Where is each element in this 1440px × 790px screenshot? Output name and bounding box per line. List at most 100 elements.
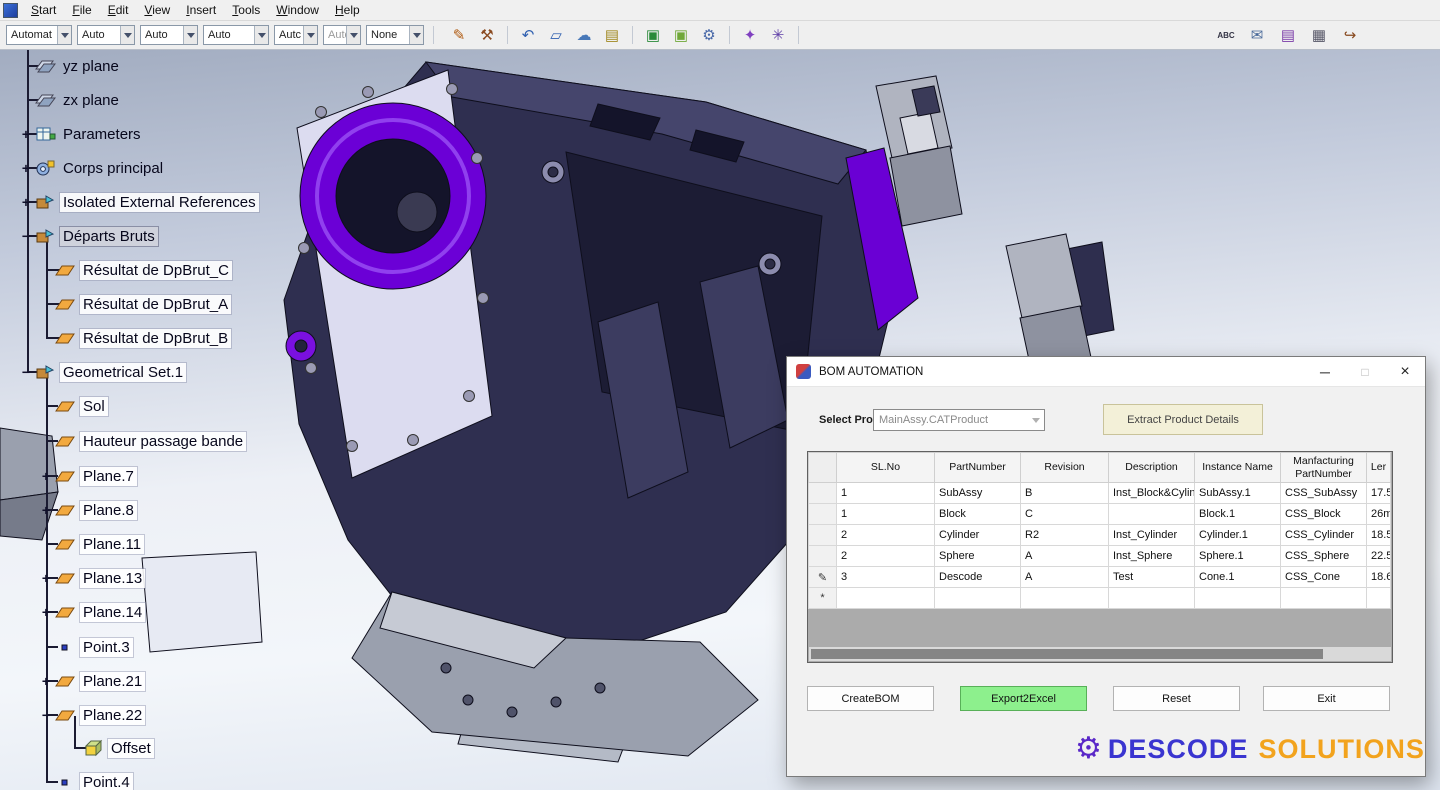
- expand-icon[interactable]: +: [38, 499, 54, 521]
- table-cell[interactable]: Inst_Sphere: [1109, 546, 1195, 567]
- row-header[interactable]: [809, 483, 837, 504]
- cube-axis-icon[interactable]: ▣: [669, 24, 693, 46]
- scrollbar-thumb[interactable]: [811, 649, 1323, 659]
- table-cell[interactable]: [1021, 588, 1109, 609]
- row-header[interactable]: [809, 504, 837, 525]
- tree-item-label[interactable]: Résultat de DpBrut_C: [80, 261, 232, 280]
- menu-item-tools[interactable]: Tools: [224, 0, 268, 20]
- expand-icon[interactable]: +: [18, 157, 34, 179]
- surface-tool-icon[interactable]: ▱: [544, 24, 568, 46]
- tree-item[interactable]: +Plane.7: [38, 465, 137, 487]
- table-cell[interactable]: CSS_Cylinder: [1281, 525, 1367, 546]
- table-row[interactable]: 2SphereAInst_SphereSphere.1CSS_Sphere22.…: [809, 546, 1391, 567]
- combo-arrow-icon[interactable]: [183, 26, 197, 44]
- tree-item-label[interactable]: Point.4: [80, 773, 133, 790]
- tree-item-label[interactable]: Plane.22: [80, 706, 145, 725]
- table-cell[interactable]: Block.1: [1195, 504, 1281, 525]
- column-header[interactable]: SL.No: [837, 453, 935, 483]
- bom-grid[interactable]: SL.NoPartNumberRevisionDescriptionInstan…: [807, 451, 1393, 663]
- close-button[interactable]: ×: [1385, 357, 1425, 387]
- exit-button[interactable]: Exit: [1263, 686, 1390, 711]
- menu-item-insert[interactable]: Insert: [178, 0, 224, 20]
- collapse-icon[interactable]: −: [18, 361, 34, 383]
- tree-item-label[interactable]: Parameters: [60, 125, 144, 144]
- table-cell[interactable]: Block: [935, 504, 1021, 525]
- toolbar-combo[interactable]: Auto: [77, 25, 135, 45]
- tree-item-label[interactable]: Point.3: [80, 638, 133, 657]
- table-row[interactable]: 1SubAssyBInst_Block&Cylin...SubAssy.1CSS…: [809, 483, 1391, 504]
- table-cell[interactable]: CSS_Sphere: [1281, 546, 1367, 567]
- table-cell[interactable]: A: [1021, 567, 1109, 588]
- menu-item-help[interactable]: Help: [327, 0, 368, 20]
- tree-item[interactable]: Point.4: [38, 771, 133, 790]
- table-cell[interactable]: CSS_SubAssy: [1281, 483, 1367, 504]
- layers-icon[interactable]: ▤: [600, 24, 624, 46]
- table-cell[interactable]: [1367, 588, 1391, 609]
- column-header[interactable]: Instance Name: [1195, 453, 1281, 483]
- expand-icon[interactable]: +: [38, 567, 54, 589]
- table-cell[interactable]: 18.5: [1367, 525, 1391, 546]
- tree-item-label[interactable]: zx plane: [60, 91, 122, 110]
- toolbar-combo[interactable]: Autc: [274, 25, 318, 45]
- table-cell[interactable]: SubAssy.1: [1195, 483, 1281, 504]
- expand-icon[interactable]: +: [18, 123, 34, 145]
- publish-icon[interactable]: ↪: [1338, 24, 1362, 46]
- table-cell[interactable]: Cylinder: [935, 525, 1021, 546]
- table-cell[interactable]: 1: [837, 504, 935, 525]
- tree-item[interactable]: Plane.11: [38, 533, 144, 555]
- annotation-icon[interactable]: ✉: [1245, 24, 1269, 46]
- tree-item-label[interactable]: Hauteur passage bande: [80, 432, 246, 451]
- row-header[interactable]: [809, 525, 837, 546]
- tree-item[interactable]: + Parameters: [18, 123, 144, 145]
- table-row[interactable]: 1BlockCBlock.1CSS_Block26m: [809, 504, 1391, 525]
- row-header[interactable]: [809, 546, 837, 567]
- maximize-button[interactable]: □: [1345, 357, 1385, 387]
- tree-item-label[interactable]: Départs Bruts: [60, 227, 158, 246]
- reset-button[interactable]: Reset: [1113, 686, 1240, 711]
- expand-icon[interactable]: +: [38, 465, 54, 487]
- combo-arrow-icon[interactable]: [120, 26, 134, 44]
- table-cell[interactable]: C: [1021, 504, 1109, 525]
- knowledge-icon[interactable]: ▤: [1276, 24, 1300, 46]
- tree-item[interactable]: +Isolated External References: [18, 191, 259, 213]
- export2excel-button[interactable]: Export2Excel: [960, 686, 1087, 711]
- column-header[interactable]: Description: [1109, 453, 1195, 483]
- menu-item-start[interactable]: Start: [23, 0, 64, 20]
- expand-icon[interactable]: +: [38, 670, 54, 692]
- row-header[interactable]: ✎: [809, 567, 837, 588]
- table-cell[interactable]: CSS_Block: [1281, 504, 1367, 525]
- tree-item-label[interactable]: Plane.11: [80, 535, 144, 554]
- table-cell[interactable]: [1281, 588, 1367, 609]
- tree-item[interactable]: + Corps principal: [18, 157, 166, 179]
- toolbar-combo[interactable]: Autc: [323, 25, 361, 45]
- menu-item-view[interactable]: View: [136, 0, 178, 20]
- tree-item-label[interactable]: Plane.14: [80, 603, 145, 622]
- assembly-icon[interactable]: ✦: [738, 24, 762, 46]
- table-cell[interactable]: 2: [837, 525, 935, 546]
- tree-item-label[interactable]: Plane.8: [80, 501, 137, 520]
- toolbar-combo[interactable]: Auto: [203, 25, 269, 45]
- table-cell[interactable]: Cylinder.1: [1195, 525, 1281, 546]
- table-cell[interactable]: 3: [837, 567, 935, 588]
- tree-item[interactable]: +Plane.13: [38, 567, 145, 589]
- expand-icon[interactable]: +: [38, 601, 54, 623]
- table-cell[interactable]: 22.5: [1367, 546, 1391, 567]
- tree-item[interactable]: Résultat de DpBrut_C: [38, 259, 232, 281]
- table-cell[interactable]: A: [1021, 546, 1109, 567]
- column-header[interactable]: Ler: [1367, 453, 1391, 483]
- product-select[interactable]: MainAssy.CATProduct: [873, 409, 1045, 431]
- horizontal-scrollbar[interactable]: [809, 647, 1391, 661]
- table-cell[interactable]: B: [1021, 483, 1109, 504]
- combo-arrow-icon[interactable]: [57, 26, 71, 44]
- table-cell[interactable]: 2: [837, 546, 935, 567]
- table-row[interactable]: ✎3DescodeATestCone.1CSS_Cone18.6: [809, 567, 1391, 588]
- tree-item-label[interactable]: Corps principal: [60, 159, 166, 178]
- combo-arrow-icon[interactable]: [409, 26, 423, 44]
- combo-arrow-icon[interactable]: [254, 26, 268, 44]
- table-cell[interactable]: Cone.1: [1195, 567, 1281, 588]
- tree-item[interactable]: +Plane.21: [38, 670, 145, 692]
- tree-item[interactable]: + Plane.14: [38, 601, 145, 623]
- collapse-icon[interactable]: −: [18, 225, 34, 247]
- table-cell[interactable]: CSS_Cone: [1281, 567, 1367, 588]
- tree-item-label[interactable]: Résultat de DpBrut_B: [80, 329, 231, 348]
